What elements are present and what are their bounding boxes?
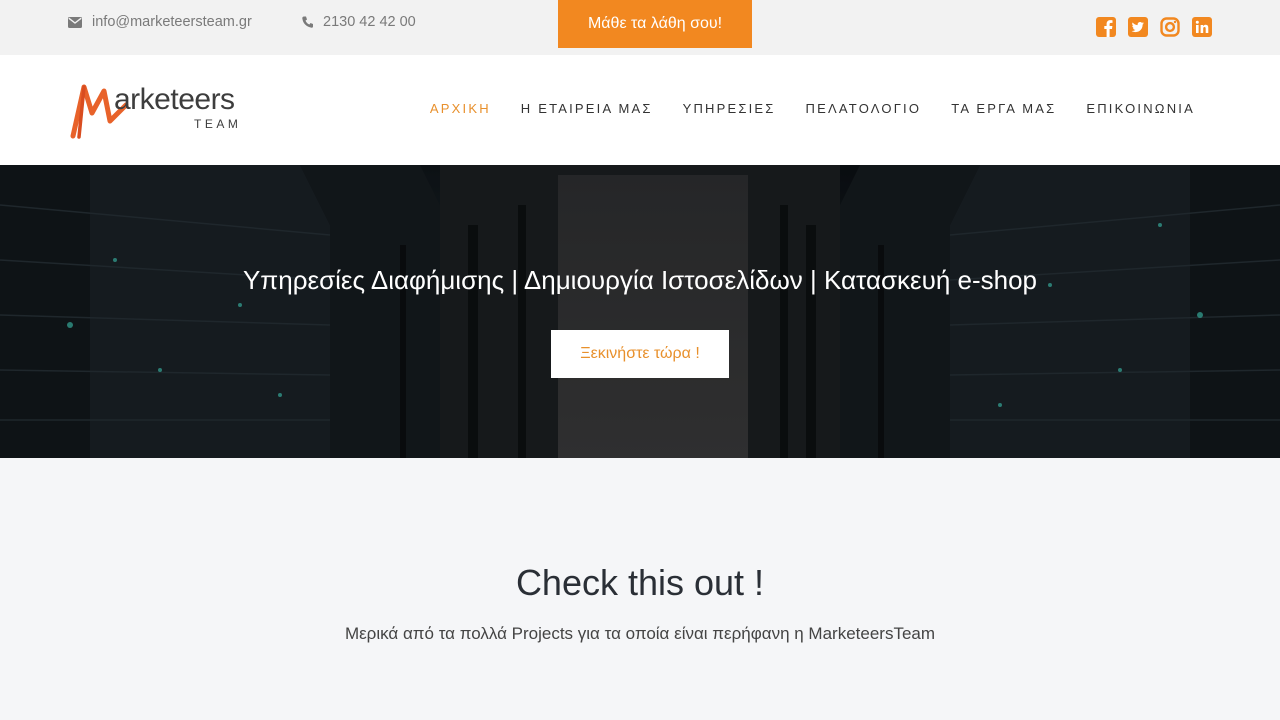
email-contact[interactable]: info@marketeersteam.gr xyxy=(68,14,252,30)
start-now-button[interactable]: Ξεκινήστε τώρα ! xyxy=(551,330,729,378)
section-title: Check this out ! xyxy=(515,562,765,603)
top-bar: info@marketeersteam.gr 2130 42 42 00 Μάθ… xyxy=(0,0,1280,55)
phone-icon xyxy=(302,16,313,28)
nav-services[interactable]: ΥΠΗΡΕΣΙΕΣ xyxy=(683,101,776,116)
projects-section: Check this out ! Μερικά από τα πολλά Pro… xyxy=(0,478,1280,720)
envelope-icon xyxy=(68,16,82,28)
twitter-icon[interactable] xyxy=(1128,17,1148,37)
section-subtitle: Μερικά από τα πολλά Projects για τα οποί… xyxy=(344,624,936,643)
site-header: arketeers TEAM ΑΡΧΙΚΗ Η ΕΤΑΙΡΕΙΑ ΜΑΣ ΥΠΗ… xyxy=(0,55,1280,165)
nav-home[interactable]: ΑΡΧΙΚΗ xyxy=(430,101,491,116)
nav-company[interactable]: Η ΕΤΑΙΡΕΙΑ ΜΑΣ xyxy=(521,101,653,116)
marketeers-logo[interactable]: arketeers TEAM xyxy=(70,81,255,141)
phone-contact[interactable]: 2130 42 42 00 xyxy=(302,14,416,30)
email-text: info@marketeersteam.gr xyxy=(92,14,252,30)
hero-title: Υπηρεσίες Διαφήμισης | Δημιουργία Ιστοσε… xyxy=(242,265,1038,295)
linkedin-icon[interactable] xyxy=(1192,17,1212,37)
instagram-icon[interactable] xyxy=(1160,17,1180,37)
phone-text: 2130 42 42 00 xyxy=(323,14,416,30)
hero-background-image xyxy=(0,165,1280,458)
logo-wordmark: arketeers xyxy=(114,83,235,116)
main-nav: ΑΡΧΙΚΗ Η ΕΤΑΙΡΕΙΑ ΜΑΣ ΥΠΗΡΕΣΙΕΣ ΠΕΛΑΤΟΛΟ… xyxy=(430,101,1195,116)
nav-projects[interactable]: ΤΑ ΕΡΓΑ ΜΑΣ xyxy=(951,101,1056,116)
nav-contact[interactable]: ΕΠΙΚΟΙΝΩΝΙΑ xyxy=(1086,101,1195,116)
hero-banner: Υπηρεσίες Διαφήμισης | Δημιουργία Ιστοσε… xyxy=(0,165,1280,458)
nav-clients[interactable]: ΠΕΛΑΤΟΛΟΓΙΟ xyxy=(806,101,922,116)
social-links xyxy=(1096,17,1212,37)
facebook-icon[interactable] xyxy=(1096,17,1116,37)
learn-mistakes-button[interactable]: Μάθε τα λάθη σου! xyxy=(558,0,752,48)
logo-team-label: TEAM xyxy=(194,117,242,131)
